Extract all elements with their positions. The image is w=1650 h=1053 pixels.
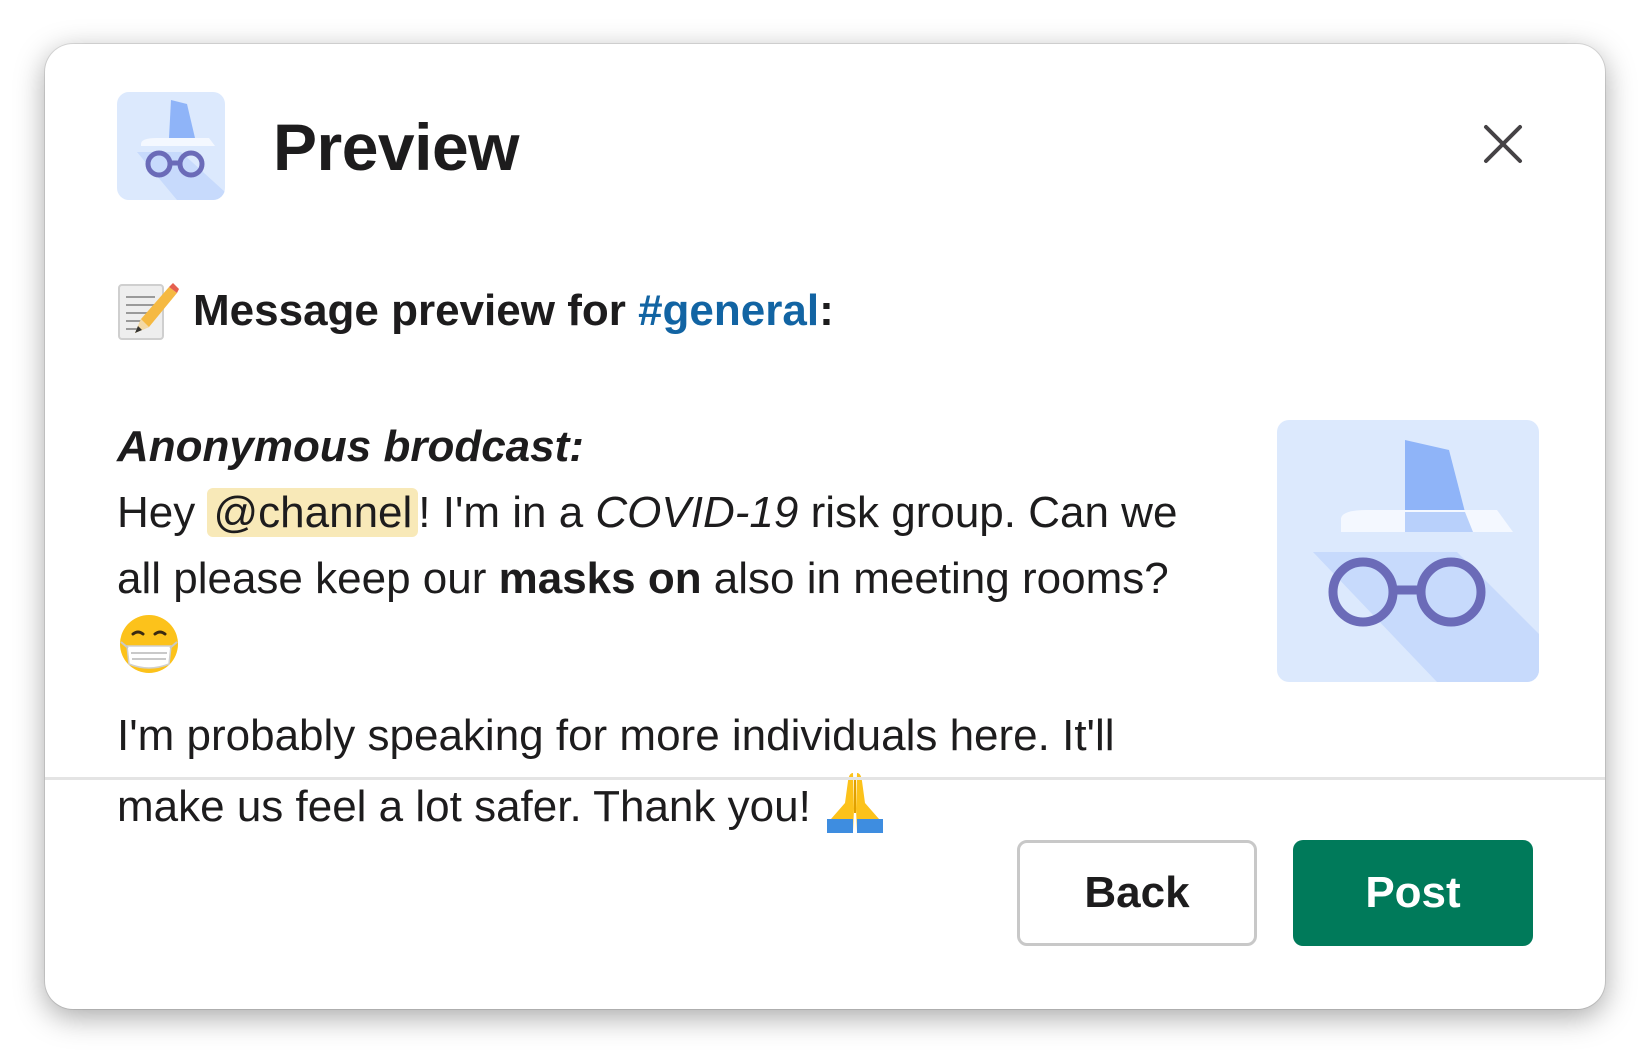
footer-divider (45, 777, 1605, 780)
modal-title: Preview (273, 110, 520, 184)
modal-footer: Back Post (1017, 840, 1533, 946)
post-button[interactable]: Post (1293, 840, 1533, 946)
message-paragraph-2: I'm probably speaking for more individua… (117, 703, 1217, 840)
message-text-c: also in meeting rooms? (701, 554, 1181, 603)
message-lead: Anonymous brodcast: (117, 422, 584, 471)
preview-heading: Message preview for #general: (117, 274, 1537, 348)
incognito-hat-glasses-icon (1277, 420, 1539, 682)
channel-mention[interactable]: @channel (207, 488, 419, 537)
message-text-bold: masks on (498, 554, 702, 603)
back-button[interactable]: Back (1017, 840, 1257, 946)
message-text-hey: Hey (117, 488, 208, 537)
message-paragraph-1: Hey @channel! I'm in a COVID-19 risk gro… (117, 480, 1217, 683)
close-icon[interactable] (1473, 114, 1533, 174)
memo-pencil-icon (117, 279, 179, 343)
message-text-p2: I'm probably speaking for more individua… (117, 711, 1127, 831)
channel-link[interactable]: #general (638, 274, 819, 348)
modal-body: Message preview for #general: Anonymous … (117, 274, 1539, 833)
message-text-a: ! I'm in a (418, 488, 596, 537)
incognito-hat-glasses-icon (117, 92, 225, 200)
preview-heading-prefix: Message preview for (193, 286, 639, 335)
face-with-medical-mask-emoji (117, 612, 181, 676)
preview-heading-suffix: : (819, 286, 834, 335)
preview-modal: Preview Message preview for #general: A… (45, 44, 1605, 1009)
modal-header: Preview (45, 44, 1605, 244)
message-text-covid: COVID-19 (595, 488, 799, 537)
